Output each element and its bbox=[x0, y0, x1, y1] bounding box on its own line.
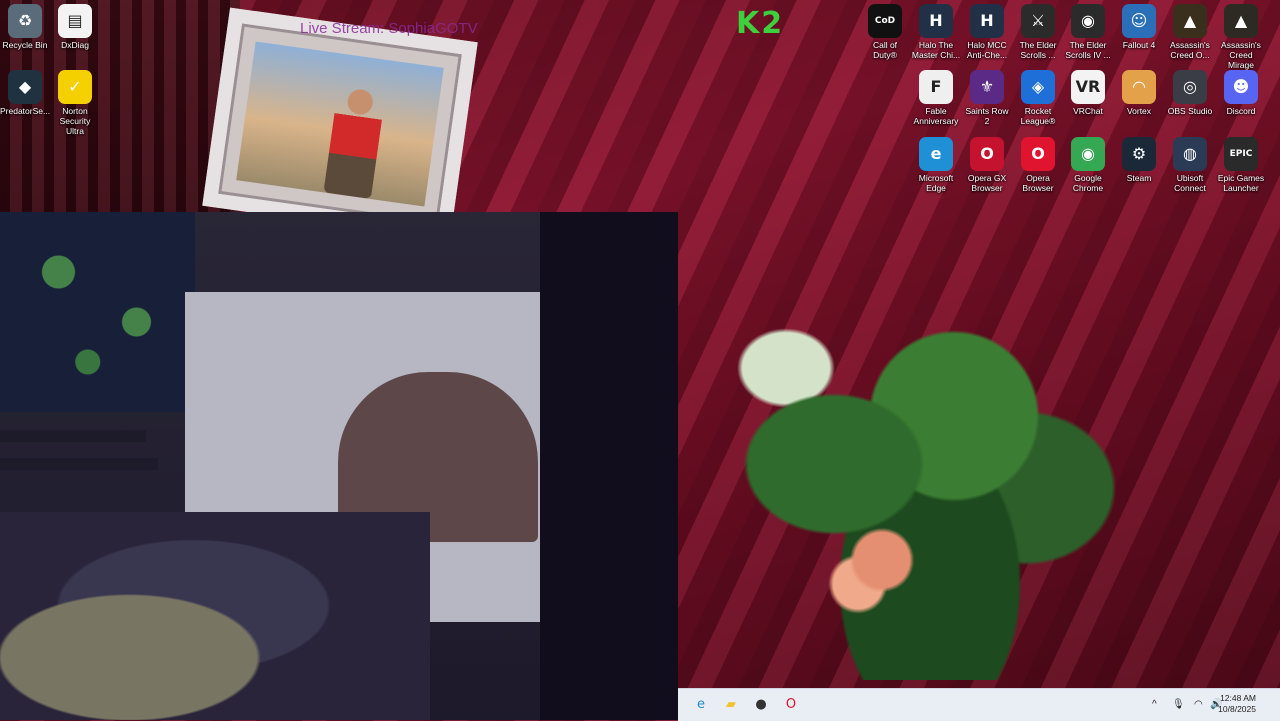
ac-origins-icon: ▲ bbox=[1173, 4, 1207, 38]
desktop-icon-label: Discord bbox=[1226, 106, 1256, 116]
wallpaper-picture-frame bbox=[202, 7, 478, 241]
desktop-icon-opera[interactable]: O Opera Browser bbox=[1013, 137, 1063, 193]
desktop-icon-label: Norton Security Ultra bbox=[59, 106, 91, 136]
obs-icon: ◎ bbox=[1173, 70, 1207, 104]
desktop-icon-norton[interactable]: ✓ Norton Security Ultra bbox=[50, 70, 100, 136]
desktop-icon-label: Vortex bbox=[1126, 106, 1152, 116]
desktop-icon-label: OBS Studio bbox=[1167, 106, 1213, 116]
document-icon: ▤ bbox=[58, 4, 92, 38]
fable-icon: F bbox=[919, 70, 953, 104]
fallout-icon: ☺ bbox=[1122, 4, 1156, 38]
skyrim-icon: ⚔ bbox=[1021, 4, 1055, 38]
desktop-icon-label: Fallout 4 bbox=[1122, 40, 1156, 50]
edge-icon: e bbox=[919, 137, 953, 171]
desktop-icon-label: Ubisoft Connect bbox=[1174, 173, 1206, 193]
tray-overflow-chevron[interactable]: ^ bbox=[1152, 689, 1157, 721]
desktop-icon-halo-anticheat[interactable]: H Halo MCC Anti-Che... bbox=[962, 4, 1012, 60]
desktop-icon-label: Fable Anniversary bbox=[913, 106, 959, 126]
desktop-icon-skyrim[interactable]: ⚔ The Elder Scrolls ... bbox=[1013, 4, 1063, 60]
desktop-icon-label: Assassin's Creed Mirage bbox=[1221, 40, 1261, 70]
norton-icon: ✓ bbox=[58, 70, 92, 104]
rocket-league-icon: ◈ bbox=[1021, 70, 1055, 104]
desktop-icon-edge[interactable]: e Microsoft Edge bbox=[911, 137, 961, 193]
opera-gx-icon: O bbox=[970, 137, 1004, 171]
desktop-icon-fallout[interactable]: ☺ Fallout 4 bbox=[1114, 4, 1164, 50]
desktop-icon-ac-mirage[interactable]: ▲ Assassin's Creed Mirage bbox=[1216, 4, 1266, 70]
desktop-icon-label: Steam bbox=[1126, 173, 1152, 183]
desktop-icon-label: Call of Duty® bbox=[872, 40, 898, 60]
discord-icon: ☻ bbox=[1224, 70, 1258, 104]
k2-overlay-logo: K2 bbox=[736, 6, 785, 41]
desktop-icon-label: Epic Games Launcher bbox=[1217, 173, 1265, 193]
stream-watermark: Live Stream: SophiaGOTV bbox=[300, 20, 478, 37]
desktop-icon-rocket-league[interactable]: ◈ Rocket League® bbox=[1013, 70, 1063, 126]
desktop-icon-label: PredatorSe... bbox=[0, 106, 51, 116]
file-explorer-icon[interactable]: ▰ bbox=[720, 694, 742, 716]
app-taskbar-icon[interactable]: ● bbox=[750, 694, 772, 716]
desktop-icon-fable[interactable]: F Fable Anniversary bbox=[911, 70, 961, 126]
edge-taskbar-icon[interactable]: e bbox=[690, 694, 712, 716]
desktop-icon-label: Halo MCC Anti-Che... bbox=[966, 40, 1008, 60]
webcam-window[interactable] bbox=[0, 212, 678, 720]
desktop-icon-saints-row[interactable]: ⚜ Saints Row 2 bbox=[962, 70, 1012, 126]
desktop-icon-vrchat[interactable]: VR VRChat bbox=[1063, 70, 1113, 116]
desktop-icon-label: DxDiag bbox=[61, 40, 89, 50]
desktop-icon-epic-games[interactable]: EPIC Epic Games Launcher bbox=[1216, 137, 1266, 193]
saints-row-icon: ⚜ bbox=[970, 70, 1004, 104]
desktop-icon-discord[interactable]: ☻ Discord bbox=[1216, 70, 1266, 116]
desktop-icon-steam[interactable]: ⚙ Steam bbox=[1114, 137, 1164, 183]
desktop-icon-label: The Elder Scrolls ... bbox=[1019, 40, 1057, 60]
wifi-icon[interactable]: ◠ bbox=[1194, 689, 1203, 721]
taskbar: e ▰ ● O ^ 🎙 ◠ 🔊 12:48 AM 10/8/2025 bbox=[678, 688, 1280, 721]
desktop-icon-predatorsense[interactable]: ◆ PredatorSe... bbox=[0, 70, 50, 116]
framed-photo bbox=[236, 41, 444, 207]
desktop-icon-label: Saints Row 2 bbox=[965, 106, 1009, 126]
desktop-icon-document[interactable]: ▤ DxDiag bbox=[50, 4, 100, 50]
chrome-icon: ◉ bbox=[1071, 137, 1105, 171]
desktop-icon-label: Halo The Master Chi... bbox=[911, 40, 961, 60]
clock-time: 12:48 AM bbox=[1220, 693, 1256, 703]
desktop-icon-label: Opera Browser bbox=[1022, 173, 1054, 193]
taskbar-clock[interactable]: 12:48 AM 10/8/2025 bbox=[1218, 693, 1256, 715]
clock-date: 10/8/2025 bbox=[1218, 704, 1256, 714]
predatorsense-icon: ◆ bbox=[8, 70, 42, 104]
steam-icon: ⚙ bbox=[1122, 137, 1156, 171]
desktop-icon-oblivion[interactable]: ◉ The Elder Scrolls IV ... bbox=[1063, 4, 1113, 60]
ubisoft-icon: ◍ bbox=[1173, 137, 1207, 171]
desktop-icon-opera-gx[interactable]: O Opera GX Browser bbox=[962, 137, 1012, 193]
halo-anticheat-icon: H bbox=[970, 4, 1004, 38]
desktop-icon-label: Recycle Bin bbox=[2, 40, 48, 50]
desktop-icon-obs[interactable]: ◎ OBS Studio bbox=[1165, 70, 1215, 116]
vortex-icon: ◠ bbox=[1122, 70, 1156, 104]
microphone-icon[interactable]: 🎙 bbox=[1172, 689, 1185, 721]
photo-person bbox=[323, 83, 387, 200]
webcam-tint bbox=[0, 212, 678, 720]
call-of-duty-icon: CoD bbox=[868, 4, 902, 38]
recycle-bin-icon: ♻ bbox=[8, 4, 42, 38]
ac-mirage-icon: ▲ bbox=[1224, 4, 1258, 38]
desktop-icon-call-of-duty[interactable]: CoD Call of Duty® bbox=[860, 4, 910, 60]
desktop-icon-vortex[interactable]: ◠ Vortex bbox=[1114, 70, 1164, 116]
oblivion-icon: ◉ bbox=[1071, 4, 1105, 38]
opera-taskbar-icon[interactable]: O bbox=[780, 694, 802, 716]
desktop-icon-label: Opera GX Browser bbox=[967, 173, 1007, 193]
vrchat-icon: VR bbox=[1071, 70, 1105, 104]
desktop-icon-halo-mcc[interactable]: H Halo The Master Chi... bbox=[911, 4, 961, 60]
desktop-icon-ubisoft[interactable]: ◍ Ubisoft Connect bbox=[1165, 137, 1215, 193]
desktop-icon-label: Rocket League® bbox=[1020, 106, 1056, 126]
desktop-icon-label: VRChat bbox=[1073, 106, 1103, 116]
desktop-icon-label: Assassin's Creed O... bbox=[1170, 40, 1210, 60]
epic-games-icon: EPIC bbox=[1224, 137, 1258, 171]
wallpaper-plant bbox=[690, 200, 1170, 680]
desktop-icon-label: Microsoft Edge bbox=[918, 173, 954, 193]
halo-mcc-icon: H bbox=[919, 4, 953, 38]
desktop-icon-chrome[interactable]: ◉ Google Chrome bbox=[1063, 137, 1113, 193]
desktop-icon-label: The Elder Scrolls IV ... bbox=[1065, 40, 1111, 60]
desktop-icon-recycle-bin[interactable]: ♻ Recycle Bin bbox=[0, 4, 50, 50]
opera-icon: O bbox=[1021, 137, 1055, 171]
desktop-icon-label: Google Chrome bbox=[1072, 173, 1104, 193]
desktop-icon-ac-origins[interactable]: ▲ Assassin's Creed O... bbox=[1165, 4, 1215, 60]
